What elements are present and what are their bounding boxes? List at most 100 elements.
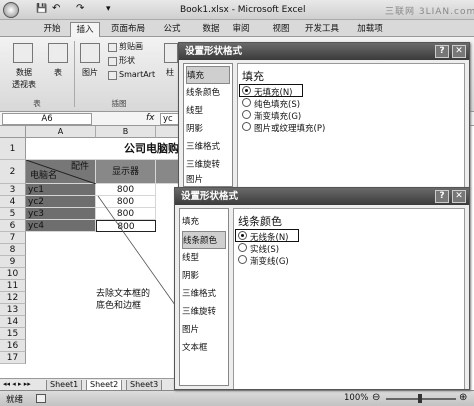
row-header[interactable]: 16 [0, 340, 26, 352]
nav-shadow[interactable]: 阴影 [182, 267, 226, 285]
nav-text-box[interactable]: 文本框 [182, 339, 226, 357]
gradient-line-radio[interactable] [238, 255, 247, 264]
tab-data[interactable]: 数据 [198, 22, 224, 37]
tab-formulas[interactable]: 公式 [158, 22, 186, 37]
nav-line-color[interactable]: 线条颜色 [186, 84, 230, 102]
data-cell-a[interactable]: yc4 [26, 220, 96, 232]
row-header[interactable]: 1 [0, 138, 26, 160]
nav-3d-rotation[interactable]: 三维旋转 [182, 303, 226, 321]
close-button[interactable]: ✕ [452, 190, 466, 203]
zoom-in-icon[interactable]: ⊕ [459, 392, 467, 403]
save-icon[interactable]: 💾 [36, 4, 47, 14]
tab-insert[interactable]: 插入 [70, 22, 100, 37]
row-header[interactable]: 4 [0, 196, 26, 208]
sheet-title-cell[interactable]: 公司电脑购 [26, 138, 180, 160]
undo-icon[interactable]: ↶ [52, 3, 60, 14]
close-button[interactable]: ✕ [452, 45, 466, 58]
row-header[interactable]: 6 [0, 220, 26, 232]
gradient-line-label[interactable]: 渐变线(G) [250, 255, 289, 267]
column-header-b[interactable]: B [96, 126, 156, 138]
qat-customize-icon[interactable]: ▾ [106, 4, 111, 14]
row-header[interactable]: 14 [0, 316, 26, 328]
tab-view[interactable]: 视图 [268, 22, 294, 37]
data-cell-a[interactable]: yc1 [26, 184, 96, 196]
redo-icon[interactable]: ↷ [76, 3, 84, 14]
tab-home[interactable]: 开始 [36, 22, 68, 37]
text-box-line1: 去除文本框的 [96, 289, 151, 299]
macro-record-icon[interactable] [36, 394, 46, 403]
solid-line-label[interactable]: 实线(S) [250, 243, 279, 255]
row-header[interactable]: 7 [0, 232, 26, 244]
office-button[interactable] [3, 2, 19, 18]
row-header[interactable]: 3 [0, 184, 26, 196]
nav-line-style[interactable]: 线型 [186, 102, 230, 120]
data-cell-a[interactable]: yc3 [26, 208, 96, 220]
nav-line-color[interactable]: 线条颜色 [182, 231, 226, 249]
data-cell-a[interactable]: yc2 [26, 196, 96, 208]
row-header[interactable]: 2 [0, 160, 26, 184]
nav-3d-rotation[interactable]: 三维旋转 [186, 156, 230, 174]
no-line-label[interactable]: 无线条(N) [250, 231, 289, 243]
row-header[interactable]: 17 [0, 352, 26, 364]
nav-picture[interactable]: 图片 [182, 321, 226, 339]
no-fill-radio[interactable] [242, 86, 251, 95]
picture-fill-radio[interactable] [242, 122, 251, 131]
gradient-fill-label[interactable]: 渐变填充(G) [254, 110, 301, 122]
section-heading: 填充 [242, 70, 264, 83]
fx-icon[interactable]: fx [146, 113, 155, 123]
tab-developer[interactable]: 开发工具 [300, 22, 344, 37]
header-cell-b[interactable]: 显示器 [96, 160, 156, 184]
picture-fill-label[interactable]: 图片或纹理填充(P) [254, 122, 325, 134]
row-header[interactable]: 12 [0, 292, 26, 304]
picture-button[interactable]: 图片 [76, 67, 104, 79]
nav-line-style[interactable]: 线型 [182, 249, 226, 267]
header-cell-c[interactable] [156, 160, 180, 184]
row-header[interactable]: 9 [0, 256, 26, 268]
zoom-level[interactable]: 100% [344, 393, 368, 403]
shapes-button[interactable]: 形状 [119, 55, 159, 67]
row-header[interactable]: 11 [0, 280, 26, 292]
smartart-button[interactable]: SmartArt [119, 69, 163, 81]
no-line-radio[interactable] [238, 231, 247, 240]
tab-page-layout[interactable]: 页面布局 [104, 22, 152, 37]
tab-addins[interactable]: 加载项 [354, 22, 386, 37]
solid-fill-label[interactable]: 纯色填充(S) [254, 98, 300, 110]
diagonal-header-cell[interactable]: 配件 电脑名 [26, 160, 96, 184]
table-group-label: 表 [33, 99, 41, 108]
gradient-fill-radio[interactable] [242, 110, 251, 119]
tab-review[interactable]: 审阅 [228, 22, 254, 37]
formula-input[interactable]: yc [160, 113, 180, 125]
table-button[interactable]: 表 [46, 67, 70, 79]
zoom-slider-thumb[interactable] [418, 394, 422, 403]
nav-fill[interactable]: 填充 [182, 213, 226, 231]
pivot-table-button[interactable]: 数据 透视表 [4, 67, 44, 91]
name-box[interactable]: A6 [2, 113, 92, 125]
nav-picture[interactable]: 图片 [186, 174, 230, 186]
row-header[interactable]: 13 [0, 304, 26, 316]
worksheet-grid[interactable]: A B 1 2 3 4 5 6 7 8 9 10 11 12 13 14 15 … [0, 126, 180, 378]
nav-shadow[interactable]: 阴影 [186, 120, 230, 138]
row-header[interactable]: 15 [0, 328, 26, 340]
help-button[interactable]: ? [435, 45, 449, 58]
nav-3d-format[interactable]: 三维格式 [182, 285, 226, 303]
select-all-corner[interactable] [0, 126, 26, 138]
text-box-line2: 底色和边框 [96, 301, 142, 311]
row-header[interactable]: 10 [0, 268, 26, 280]
no-fill-label[interactable]: 无填充(N) [254, 86, 293, 98]
column-chart-button[interactable]: 柱 [162, 67, 178, 79]
sheet-nav-arrows[interactable]: ◂◂ ◂ ▸ ▸▸ [3, 380, 31, 388]
row-header[interactable]: 5 [0, 208, 26, 220]
row-header[interactable]: 8 [0, 244, 26, 256]
column-chart-icon [164, 43, 178, 63]
clipart-button[interactable]: 剪贴画 [119, 41, 159, 53]
help-button[interactable]: ? [435, 190, 449, 203]
zoom-out-icon[interactable]: ⊖ [372, 392, 380, 403]
pivot-table-label: 数据 [16, 68, 32, 77]
nav-3d-format[interactable]: 三维格式 [186, 138, 230, 156]
column-header-a[interactable]: A [26, 126, 96, 138]
text-box[interactable]: 去除文本框的 底色和边框 [96, 288, 172, 316]
nav-fill[interactable]: 填充 [186, 66, 230, 84]
solid-fill-radio[interactable] [242, 98, 251, 107]
solid-line-radio[interactable] [238, 243, 247, 252]
column-header-c[interactable] [156, 126, 180, 138]
